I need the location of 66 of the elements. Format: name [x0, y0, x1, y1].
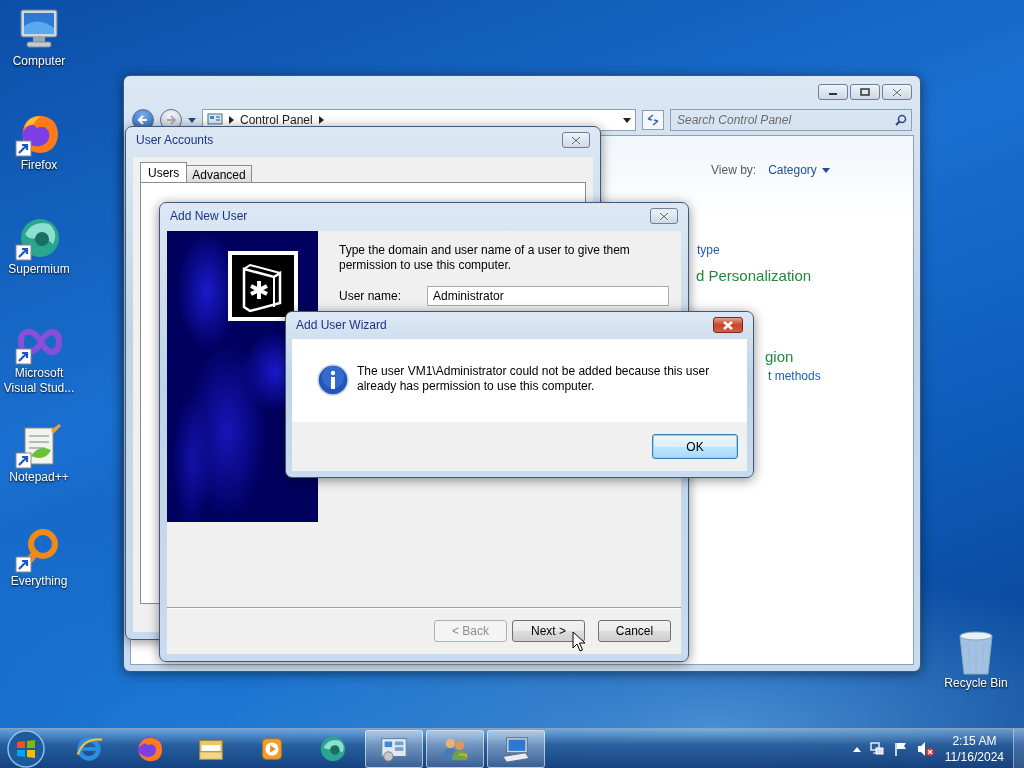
category-link[interactable]: type	[697, 243, 720, 257]
dropdown-arrow-icon[interactable]	[188, 117, 196, 123]
breadcrumb[interactable]: Control Panel	[240, 113, 313, 127]
instruction-text: Type the domain and user name of a user to give them permission to use this computer.	[339, 243, 631, 273]
desktop-shortcut[interactable]: Supermium	[0, 214, 78, 318]
flag-icon[interactable]	[892, 741, 909, 757]
window-title: Add New User	[170, 209, 249, 223]
control-panel-icon	[207, 113, 223, 127]
chevron-right-icon	[318, 116, 324, 124]
clock[interactable]: 2:15 AM 11/16/2024	[942, 733, 1006, 765]
show-desktop-button[interactable]	[1013, 729, 1024, 768]
close-button[interactable]	[650, 208, 678, 224]
asterisk-key-icon	[228, 251, 298, 321]
category-heading[interactable]: gion	[765, 348, 794, 365]
swirl-orb-icon	[318, 734, 348, 764]
chevron-up-icon[interactable]	[852, 746, 861, 752]
user-name-label: User name:	[339, 289, 403, 303]
tab[interactable]: Advanced	[186, 165, 252, 182]
search-icon	[895, 114, 907, 126]
taskbar-button[interactable]	[365, 730, 423, 768]
network-icon[interactable]	[868, 741, 885, 757]
close-button[interactable]	[562, 132, 590, 148]
dropdown-arrow-icon	[623, 117, 631, 123]
search-field[interactable]: Search Control Panel	[670, 109, 912, 131]
taskbar-button[interactable]	[426, 730, 484, 768]
close-icon	[890, 86, 904, 98]
start-orb-icon[interactable]	[6, 729, 46, 768]
close-button[interactable]	[713, 317, 743, 333]
minimize-button[interactable]	[818, 84, 848, 100]
speaker-muted-icon[interactable]	[916, 741, 935, 757]
close-icon	[657, 210, 671, 222]
tab[interactable]: Users	[140, 162, 188, 182]
window-title: User Accounts	[136, 133, 215, 147]
mouse-cursor-icon	[572, 631, 586, 652]
info-icon	[317, 364, 349, 396]
category-heading[interactable]: d Personalization	[696, 267, 812, 284]
close-button[interactable]	[882, 84, 912, 100]
view-by-label: View by:	[711, 163, 757, 177]
refresh-icon	[646, 114, 660, 126]
user-name-field[interactable]: Administrator	[427, 286, 669, 306]
error-message: The user VM1\Administrator could not be added because this user already has permission to use this computer.	[357, 364, 711, 394]
close-icon	[721, 319, 735, 331]
letter-e-icon	[74, 734, 104, 764]
wizard-button[interactable]: Cancel	[598, 620, 671, 642]
arrow-right-icon	[165, 114, 177, 126]
desktop-shortcut[interactable]: Computer	[0, 6, 78, 110]
arrow-left-icon	[137, 114, 149, 126]
refresh-button[interactable]	[642, 110, 664, 130]
desktop-shortcut[interactable]: Microsoft Visual Stud...	[0, 318, 78, 422]
wizard-button[interactable]: Next >	[512, 620, 585, 642]
view-by-dropdown[interactable]: Category	[768, 163, 830, 177]
taskbar-button[interactable]	[487, 730, 545, 768]
maximize-button[interactable]	[850, 84, 880, 100]
fox-globe-icon	[135, 734, 165, 764]
caret-down-icon	[821, 167, 830, 173]
maximize-icon	[860, 88, 870, 96]
desktop-shortcut[interactable]: Everything	[0, 526, 78, 630]
desktop-shortcut[interactable]: Recycle Bin	[940, 628, 1012, 732]
category-link[interactable]: t methods	[768, 369, 821, 383]
close-icon	[569, 134, 583, 146]
ok-button[interactable]: OK	[652, 434, 738, 459]
desktop-shortcut[interactable]: Notepad++	[0, 422, 78, 526]
chevron-right-icon	[229, 116, 234, 124]
monitor-keyboard-icon	[501, 734, 531, 764]
window-title: Add User Wizard	[296, 318, 388, 332]
desktop-shortcut[interactable]: Firefox	[0, 110, 78, 214]
